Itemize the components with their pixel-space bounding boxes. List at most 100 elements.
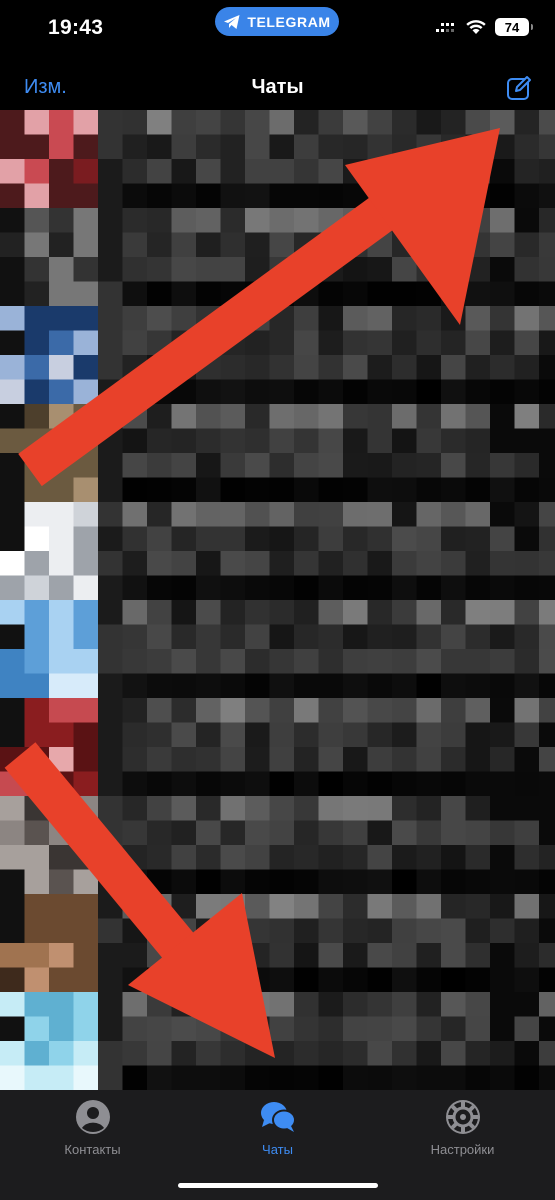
- pixel-cell: [318, 428, 344, 454]
- pixel-cell: [24, 1016, 50, 1042]
- pixel-cell: [245, 232, 270, 258]
- pixel-cell: [465, 379, 491, 405]
- pixel-cell: [465, 232, 491, 258]
- pixel-cell: [343, 428, 368, 454]
- pixel-cell: [73, 992, 99, 1017]
- pixel-cell: [122, 330, 148, 356]
- pixel-cell: [73, 943, 99, 968]
- pixel-cell: [0, 649, 25, 674]
- pixel-cell: [441, 967, 466, 993]
- pixel-cell: [441, 649, 466, 674]
- pixel-cell: [122, 1016, 148, 1042]
- pixel-cell: [318, 869, 344, 895]
- pixel-cell: [171, 943, 197, 968]
- pixel-cell: [0, 796, 25, 821]
- home-indicator[interactable]: [178, 1183, 378, 1188]
- pixel-cell: [98, 330, 123, 356]
- pixel-cell: [196, 747, 221, 772]
- pixel-cell: [416, 722, 442, 748]
- pixel-cell: [0, 159, 25, 184]
- pixel-cell: [49, 379, 74, 405]
- pixel-cell: [514, 600, 540, 625]
- pixel-cell: [294, 820, 319, 846]
- pixel-cell: [24, 477, 50, 503]
- pixel-cell: [24, 428, 50, 454]
- pixel-cell: [465, 869, 491, 895]
- pixel-cell: [539, 477, 555, 503]
- pixel-cell: [122, 404, 148, 429]
- pixel-cell: [465, 820, 491, 846]
- pixel-cell: [24, 257, 50, 282]
- pixel-cell: [539, 967, 555, 993]
- pixel-cell: [343, 894, 368, 919]
- pixel-cell: [171, 306, 197, 331]
- pixel-cell: [49, 918, 74, 944]
- pixel-cell: [367, 967, 393, 993]
- pixel-cell: [245, 306, 270, 331]
- pixel-cell: [367, 1016, 393, 1042]
- pixel-cell: [514, 551, 540, 576]
- pixel-cell: [171, 796, 197, 821]
- pixel-cell: [147, 232, 172, 258]
- pixel-cell: [49, 869, 74, 895]
- pixel-cell: [367, 502, 393, 527]
- compose-icon[interactable]: [505, 74, 533, 102]
- chat-list[interactable]: [0, 110, 555, 1090]
- pixel-cell: [441, 208, 466, 233]
- pixel-cell: [294, 355, 319, 380]
- pixel-cell: [465, 502, 491, 527]
- pixel-cell: [514, 404, 540, 429]
- pixel-cell: [171, 551, 197, 576]
- tab-settings[interactable]: Настройки: [370, 1098, 555, 1157]
- pixel-cell: [392, 820, 417, 846]
- pixel-cell: [0, 869, 25, 895]
- pixel-cell: [73, 771, 99, 797]
- pixel-cell: [514, 698, 540, 723]
- pixel-cell: [441, 183, 466, 209]
- pixel-cell: [0, 502, 25, 527]
- pixel-cell: [367, 428, 393, 454]
- pixel-cell: [465, 698, 491, 723]
- pixel-cell: [294, 943, 319, 968]
- pixel-cell: [245, 355, 270, 380]
- pixel-cell: [73, 845, 99, 870]
- tab-chats[interactable]: Чаты: [185, 1098, 370, 1157]
- pixel-cell: [245, 820, 270, 846]
- pixel-cell: [514, 208, 540, 233]
- pixel-cell: [245, 526, 270, 552]
- pixel-cell: [318, 1065, 344, 1090]
- pixel-cell: [220, 698, 246, 723]
- pixel-cell: [294, 624, 319, 650]
- pixel-cell: [122, 747, 148, 772]
- pixel-cell: [490, 404, 515, 429]
- pixel-cell: [245, 624, 270, 650]
- pixel-cell: [49, 575, 74, 601]
- pixel-cell: [0, 526, 25, 552]
- pixel-cell: [122, 722, 148, 748]
- pixel-cell: [49, 943, 74, 968]
- telegram-app-pill[interactable]: TELEGRAM: [215, 7, 339, 36]
- pixel-cell: [392, 967, 417, 993]
- pixel-cell: [318, 820, 344, 846]
- pixel-cell: [171, 134, 197, 160]
- pixel-cell: [416, 967, 442, 993]
- pixel-cell: [269, 820, 295, 846]
- pixel-cell: [294, 551, 319, 576]
- pixel-cell: [0, 992, 25, 1017]
- pixel-cell: [318, 183, 344, 209]
- tab-contacts[interactable]: Контакты: [0, 1098, 185, 1157]
- pixel-cell: [49, 404, 74, 429]
- pixel-cell: [196, 428, 221, 454]
- pixel-cell: [196, 820, 221, 846]
- pixel-cell: [0, 257, 25, 282]
- pixel-cell: [73, 110, 99, 135]
- pixel-cell: [539, 110, 555, 135]
- pixel-cell: [343, 404, 368, 429]
- pixel-cell: [465, 1041, 491, 1066]
- pixel-cell: [73, 428, 99, 454]
- pixel-cell: [220, 330, 246, 356]
- pixel-cell: [0, 575, 25, 601]
- pixel-cell: [392, 943, 417, 968]
- pixel-cell: [196, 379, 221, 405]
- pixel-cell: [196, 869, 221, 895]
